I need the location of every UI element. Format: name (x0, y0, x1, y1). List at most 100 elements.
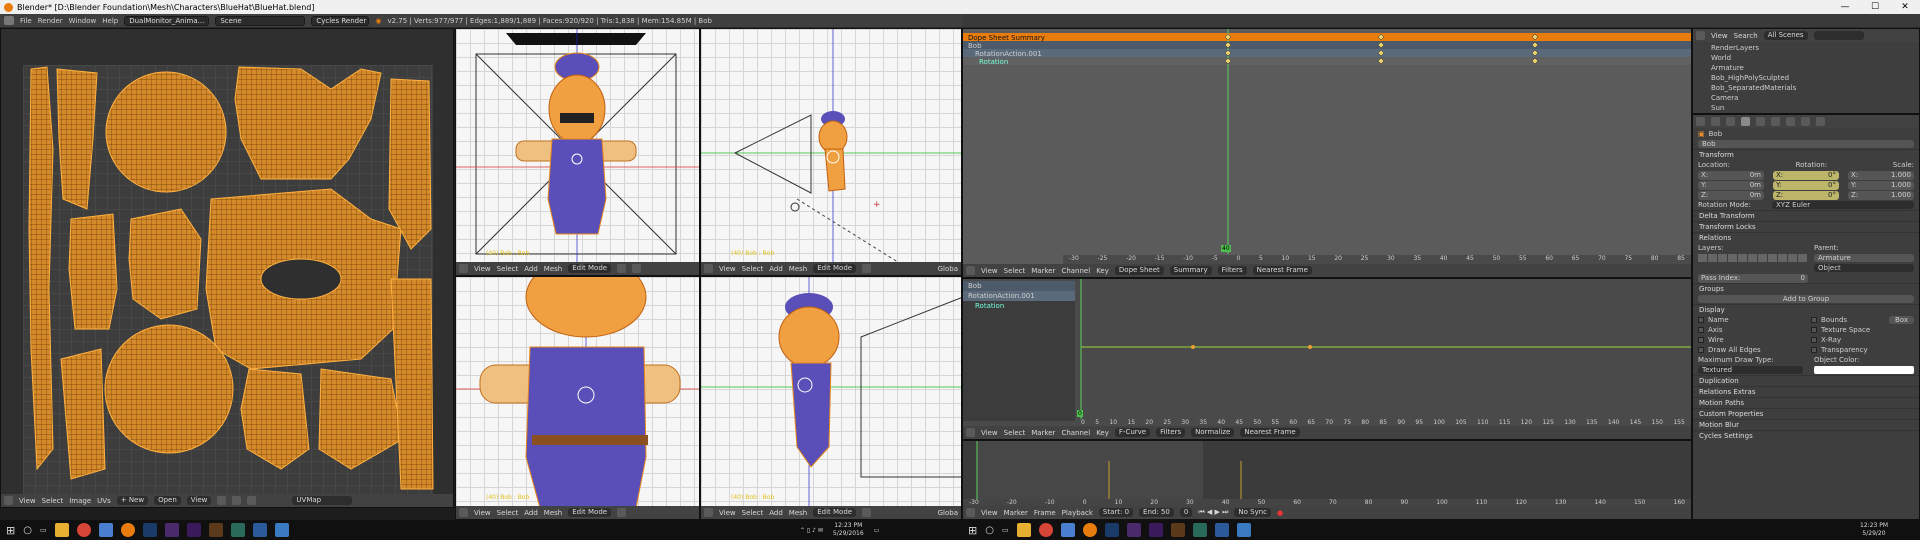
display-mode-select[interactable]: All Scenes (1763, 31, 1808, 40)
outliner-item[interactable]: Sun (1693, 103, 1919, 113)
graph-filters-toggle[interactable]: Filters (1156, 428, 1186, 437)
screen-layout-select[interactable]: DualMonitor_Anima... (124, 15, 210, 26)
shading-icon[interactable] (617, 264, 627, 273)
orientation-select[interactable]: Globa (938, 265, 958, 273)
uv-menu-view[interactable]: View (19, 497, 36, 505)
premiere-icon[interactable] (186, 523, 201, 537)
checkbox[interactable] (1811, 337, 1817, 343)
ol-menu-view[interactable]: View (1711, 32, 1728, 40)
object-tab-icon[interactable] (1741, 117, 1750, 126)
transform-locks-header[interactable]: Transform Locks (1693, 221, 1919, 232)
xray-option[interactable]: X-Ray (1806, 335, 1919, 345)
minimize-button[interactable]: — (1830, 2, 1860, 12)
scene-select[interactable]: Scene (215, 15, 306, 26)
location-x[interactable]: X: 0m (1698, 170, 1764, 180)
texture-tab-icon[interactable] (1816, 117, 1825, 126)
outliner-item[interactable]: Bob_SeparatedMaterials (1693, 83, 1919, 93)
ds-menu-channel[interactable]: Channel (1061, 267, 1090, 275)
checkmark-app-icon[interactable] (252, 523, 267, 537)
after-effects-icon[interactable] (164, 523, 179, 537)
sync-select[interactable]: No Sync (1234, 508, 1272, 517)
scale-y[interactable]: Y: 1.000 (1848, 180, 1914, 190)
uv-map-select[interactable]: UVMap (292, 496, 353, 505)
new-image-button[interactable]: + New (116, 496, 149, 505)
mode-select[interactable]: Edit Mode (813, 508, 857, 517)
editor-type-icon[interactable] (4, 496, 13, 505)
editor-type-icon[interactable] (966, 266, 975, 275)
cycles-settings-header[interactable]: Cycles Settings (1693, 430, 1919, 441)
material-tab-icon[interactable] (1801, 117, 1810, 126)
rotation-mode-select[interactable]: XYZ Euler (1772, 201, 1914, 209)
viewport-closeup[interactable]: (40) Bob : Bob View Select Add Mesh Edit… (455, 276, 700, 520)
editor-type-icon[interactable] (704, 264, 713, 273)
checkbox[interactable] (1698, 327, 1704, 333)
ge-menu-view[interactable]: View (981, 429, 998, 437)
draw-all-edges-option[interactable]: Draw All Edges (1693, 345, 1806, 355)
editor-type-icon[interactable] (704, 508, 713, 517)
menu-window[interactable]: Window (69, 17, 97, 25)
menu-help[interactable]: Help (102, 17, 118, 25)
scale-z[interactable]: Z: 1.000 (1848, 190, 1914, 200)
view-menu[interactable]: View (719, 509, 736, 517)
select-menu[interactable]: Select (742, 265, 764, 273)
tl-menu-marker[interactable]: Marker (1004, 509, 1028, 517)
transform-panel-header[interactable]: Transform (1693, 149, 1919, 160)
constraints-tab-icon[interactable] (1756, 117, 1765, 126)
checkbox[interactable] (1698, 337, 1704, 343)
editor-type-icon[interactable] (1696, 31, 1705, 40)
scale-x[interactable]: X: 1.000 (1848, 170, 1914, 180)
search-icon[interactable]: ○ (23, 525, 32, 536)
mesh-menu[interactable]: Mesh (544, 265, 562, 273)
viewport-front[interactable]: (40) Bob : Bob View Select Add Mesh Edit… (455, 28, 700, 276)
ge-menu-marker[interactable]: Marker (1031, 429, 1055, 437)
snap-select[interactable]: Nearest Frame (1252, 266, 1312, 275)
uv-menu-image[interactable]: Image (69, 497, 91, 505)
duplication-header[interactable]: Duplication (1693, 375, 1919, 386)
mesh-menu[interactable]: Mesh (789, 265, 807, 273)
dope-keyframes[interactable] (963, 29, 1692, 278)
current-frame-field[interactable]: 0 (1179, 508, 1193, 517)
pivot-icon[interactable] (632, 264, 642, 273)
orientation-select[interactable]: Globa (938, 509, 958, 517)
tl-menu-playback[interactable]: Playback (1062, 509, 1093, 517)
summary-toggle[interactable]: Summary (1169, 266, 1212, 275)
uv-menu-uvs[interactable]: UVs (97, 497, 111, 505)
folder-icon[interactable] (274, 523, 289, 537)
add-menu[interactable]: Add (769, 265, 783, 273)
close-button[interactable]: ✕ (1890, 2, 1920, 12)
delta-transform-header[interactable]: Delta Transform (1693, 210, 1919, 221)
outliner-item[interactable]: RenderLayers (1693, 43, 1919, 53)
normalize-toggle[interactable]: Normalize (1191, 428, 1235, 437)
location-z[interactable]: Z: 0m (1698, 190, 1764, 200)
tray-icons[interactable]: ⌃ ▯ ♪ ✉ (800, 527, 823, 534)
outliner-item[interactable]: World (1693, 53, 1919, 63)
motion-blur-header[interactable]: Motion Blur (1693, 419, 1919, 430)
play-controls-icon[interactable]: ⏮ ◀ ▶ ⏭ (1198, 508, 1228, 517)
checkbox[interactable] (1811, 327, 1817, 333)
graph-snap-select[interactable]: Nearest Frame (1240, 428, 1300, 437)
outliner-item[interactable]: Camera (1693, 93, 1919, 103)
end-frame-field[interactable]: End: 50 (1139, 508, 1174, 517)
data-tab-icon[interactable] (1786, 117, 1795, 126)
uv-menu-select[interactable]: Select (42, 497, 64, 505)
tl-menu-view[interactable]: View (981, 509, 998, 517)
file-explorer-icon-2[interactable] (1016, 523, 1031, 537)
wire-option[interactable]: Wire (1693, 335, 1806, 345)
object-name-field[interactable]: Bob (1698, 140, 1914, 148)
ge-menu-key[interactable]: Key (1096, 429, 1109, 437)
mesh-menu[interactable]: Mesh (544, 509, 562, 517)
current-frame-indicator[interactable]: 40 (1221, 245, 1231, 252)
notifications-icon[interactable]: ▭ (874, 527, 880, 534)
world-tab-icon[interactable] (1726, 117, 1735, 126)
mode-select[interactable]: Edit Mode (813, 264, 857, 273)
photoshop-icon[interactable] (142, 523, 157, 537)
file-explorer-icon[interactable] (54, 523, 69, 537)
view-menu[interactable]: View (719, 265, 736, 273)
blender-taskbar-icon-2[interactable] (1082, 523, 1097, 537)
timeline-track[interactable] (963, 441, 1692, 501)
select-menu[interactable]: Select (497, 265, 519, 273)
mode-select[interactable]: Edit Mode (568, 264, 612, 273)
modifiers-tab-icon[interactable] (1771, 117, 1780, 126)
task-view-icon[interactable]: ▭ (40, 526, 47, 534)
outliner-search-input[interactable] (1813, 31, 1864, 40)
